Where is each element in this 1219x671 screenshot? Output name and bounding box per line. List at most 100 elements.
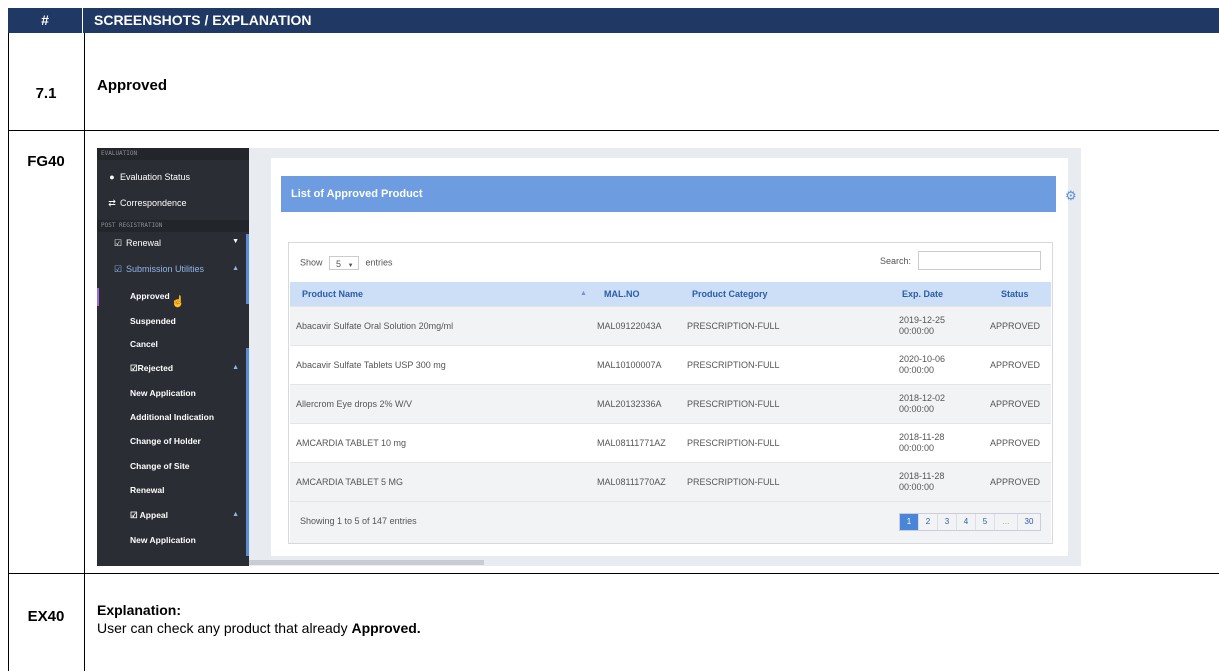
sidebar-item-suspended[interactable]: Suspended — [130, 316, 176, 326]
sidebar-section-evaluation: EVALUATION — [97, 148, 249, 160]
table-row[interactable]: Abacavir Sulfate Tablets USP 300 mg MAL1… — [290, 345, 1051, 384]
page-button[interactable]: 30 — [1017, 514, 1040, 530]
sidebar-item-correspondence[interactable]: ⇄ Correspondence — [107, 198, 259, 209]
row-id-ex40: EX40 — [27, 608, 65, 625]
sidebar-item-renewal-sub[interactable]: Renewal — [130, 485, 165, 495]
sidebar-item-cancel[interactable]: Cancel — [130, 339, 158, 349]
sidebar-item-label: Rejected — [137, 363, 174, 373]
col-exp-date[interactable]: Exp. Date — [902, 289, 943, 299]
sidebar-item-label: Evaluation Status — [120, 172, 191, 182]
hand-cursor-icon: ☝ — [171, 296, 185, 308]
sidebar-item-renewal[interactable]: ☑ Renewal — [113, 238, 265, 249]
entries-select-value: 5 — [336, 259, 342, 269]
sidebar-item-appeal[interactable]: ☑ Appeal — [130, 510, 168, 521]
page-button[interactable]: 4 — [956, 514, 975, 530]
cell-status: APPROVED — [990, 477, 1041, 487]
cell-status: APPROVED — [990, 399, 1041, 409]
products-table: Show 5 ▼ entries Search: Product Name ▲ … — [288, 242, 1053, 544]
cell-category: PRESCRIPTION-FULL — [687, 360, 780, 370]
caret-up-icon: ▲ — [232, 265, 239, 272]
page-button[interactable]: 1 — [900, 514, 918, 530]
sidebar-item-additional-indication[interactable]: Additional Indication — [130, 412, 214, 422]
sidebar-item-label: Renewal — [126, 238, 162, 248]
cell-date: 2018-12-02 — [899, 393, 946, 403]
cell-mal-no: MAL08111770AZ — [597, 477, 666, 487]
cell-exp-date: 2018-11-28 00:00:00 — [899, 432, 944, 454]
entries-select[interactable]: 5 ▼ — [329, 256, 360, 270]
row-id-fg40: FG40 — [27, 153, 65, 170]
header-number-col: # — [8, 8, 83, 33]
caret-up-icon: ▲ — [232, 511, 239, 518]
col-product-category[interactable]: Product Category — [692, 289, 768, 299]
table-header-row: # SCREENSHOTS / EXPLANATION — [8, 8, 1219, 33]
chevron-down-icon: ▼ — [347, 263, 354, 269]
cell-exp-date: 2019-12-25 00:00:00 — [899, 315, 945, 337]
row-id-7-1: 7.1 — [35, 85, 57, 102]
page-button[interactable]: 2 — [918, 514, 937, 530]
page-ellipsis: ... — [994, 514, 1017, 530]
cell-product-name: AMCARDIA TABLET 10 mg — [296, 438, 407, 448]
cell-mal-no: MAL20132336A — [597, 399, 662, 409]
table-row[interactable]: AMCARDIA TABLET 5 MG MAL08111770AZ PRESC… — [290, 462, 1051, 501]
table-row[interactable]: Allercrom Eye drops 2% W/V MAL20132336A … — [290, 384, 1051, 423]
cell-time: 00:00:00 — [899, 443, 935, 453]
page-button[interactable]: 5 — [975, 514, 994, 530]
cell-date: 2020-10-06 — [899, 354, 946, 364]
cell-time: 00:00:00 — [899, 326, 935, 336]
row-divider — [8, 573, 1219, 574]
page-button[interactable]: 3 — [937, 514, 956, 530]
sidebar-item-rejected[interactable]: ☑Rejected — [130, 363, 173, 374]
cell-mal-no: MAL10100007A — [597, 360, 662, 370]
table-info: Showing 1 to 5 of 147 entries — [300, 516, 417, 526]
checkbox-icon: ☑ — [113, 264, 123, 274]
sidebar-item-new-application-2[interactable]: New Application — [130, 535, 196, 545]
sidebar-item-label: Submission Utilities — [126, 264, 205, 274]
sidebar-item-label: Appeal — [139, 510, 169, 520]
cell-status: APPROVED — [990, 360, 1041, 370]
entries-label: entries — [365, 257, 393, 268]
caret-down-icon: ▼ — [232, 238, 239, 245]
cell-category: PRESCRIPTION-FULL — [687, 477, 780, 487]
horizontal-scrollbar[interactable] — [249, 560, 484, 565]
panel-title: List of Approved Product — [281, 176, 1056, 212]
explanation-text-prefix: User can check any product that already — [97, 620, 352, 636]
cell-time: 00:00:00 — [899, 404, 935, 414]
cell-product-name: Abacavir Sulfate Oral Solution 20mg/ml — [296, 321, 454, 331]
sidebar-section-post-registration: POST REGISTRATION — [97, 220, 249, 232]
cell-exp-date: 2018-12-02 00:00:00 — [899, 393, 945, 415]
sidebar-item-submission-utilities[interactable]: ☑ Submission Utilities — [113, 264, 265, 275]
pagination: 1 2 3 4 5 ... 30 — [899, 513, 1041, 531]
column-divider — [84, 33, 85, 671]
caret-up-icon: ▲ — [232, 364, 239, 371]
main-panel: List of Approved Product Show 5 ▼ entrie… — [271, 158, 1068, 556]
cell-date: 2018-11-28 — [899, 432, 945, 442]
search-input[interactable] — [918, 251, 1041, 270]
table-header: Product Name ▲ MAL.NO Product Category E… — [290, 282, 1051, 306]
show-label: Show — [300, 257, 323, 268]
cell-date: 2019-12-25 — [899, 315, 946, 325]
cell-date: 2018-11-28 — [899, 471, 945, 481]
gear-icon[interactable]: ⚙ — [1065, 188, 1077, 204]
cell-mal-no: MAL08111771AZ — [597, 438, 666, 448]
cell-category: PRESCRIPTION-FULL — [687, 321, 780, 331]
cell-product-name: AMCARDIA TABLET 5 MG — [296, 477, 404, 487]
cell-category: PRESCRIPTION-FULL — [687, 438, 780, 448]
sidebar-item-new-application[interactable]: New Application — [130, 388, 196, 398]
sidebar-active-accent — [246, 234, 249, 304]
table-row[interactable]: AMCARDIA TABLET 10 mg MAL08111771AZ PRES… — [290, 423, 1051, 462]
sidebar-item-approved[interactable]: Approved — [130, 291, 170, 301]
sidebar-item-evaluation-status[interactable]: ● Evaluation Status — [107, 172, 259, 182]
cell-product-name: Abacavir Sulfate Tablets USP 300 mg — [296, 360, 446, 370]
col-mal-no[interactable]: MAL.NO — [604, 289, 640, 299]
sidebar-item-change-of-site[interactable]: Change of Site — [130, 461, 190, 471]
exchange-icon: ⇄ — [108, 198, 116, 208]
table-row[interactable]: Abacavir Sulfate Oral Solution 20mg/ml M… — [290, 306, 1051, 345]
header-screenshots-col: SCREENSHOTS / EXPLANATION — [94, 12, 312, 28]
sidebar-scroll-accent — [246, 348, 249, 556]
row-divider — [8, 130, 1219, 131]
col-product-name[interactable]: Product Name — [302, 289, 363, 299]
entries-length-control: Show 5 ▼ entries — [300, 256, 393, 270]
sidebar-item-change-of-holder[interactable]: Change of Holder — [130, 436, 201, 446]
info-icon: ● — [109, 172, 115, 182]
col-status[interactable]: Status — [1001, 289, 1029, 299]
